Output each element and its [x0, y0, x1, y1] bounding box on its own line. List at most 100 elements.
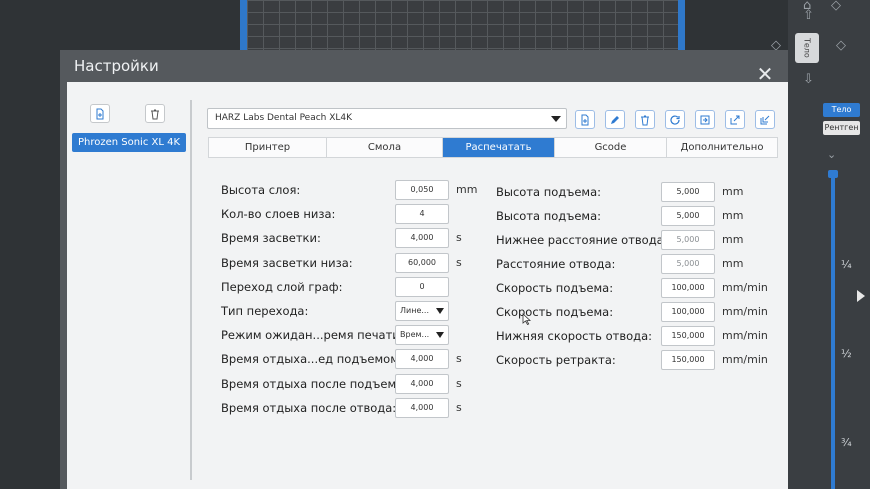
right-setting-value: 150,000: [671, 355, 705, 364]
left-setting-unit: mm: [456, 183, 478, 196]
left-setting-unit: s: [456, 256, 462, 269]
left-setting-input[interactable]: 4,000: [395, 398, 449, 418]
printer-list-panel: [72, 100, 192, 480]
right-setting-unit: mm: [722, 209, 744, 222]
tab-body[interactable]: Тело: [823, 103, 860, 117]
right-setting-value: 100,000: [671, 283, 705, 292]
left-setting-unit: s: [456, 231, 462, 244]
left-setting-value: 0,050: [410, 185, 434, 194]
add-file-icon: [96, 108, 104, 119]
right-setting-label: Нижняя скорость отвода:: [496, 329, 653, 343]
view-top-button[interactable]: Тело: [795, 33, 819, 63]
add-printer-button[interactable]: [90, 104, 110, 123]
dialog-title: Настройки: [74, 57, 159, 75]
right-setting-value: 150,000: [671, 331, 705, 340]
right-setting-label: Нижнее расстояние отвода:: [496, 233, 668, 247]
slider-mark-half: ½: [841, 347, 852, 360]
settings-tabs: Принтер Смола Распечатать Gcode Дополнит…: [208, 137, 778, 158]
right-setting-value: 5,000: [676, 211, 700, 220]
export-icon: [730, 115, 740, 124]
view-up-icon[interactable]: ⇧: [803, 8, 814, 23]
right-setting-unit: mm/min: [722, 353, 768, 366]
view-rotate-icon[interactable]: ◇: [831, 0, 841, 13]
left-setting-input[interactable]: 4: [395, 204, 449, 224]
left-setting-input[interactable]: 0,050: [395, 180, 449, 200]
right-setting-value: 100,000: [671, 307, 705, 316]
right-setting-unit: mm/min: [722, 329, 768, 342]
right-setting-label: Скорость ретракта:: [496, 353, 616, 367]
tab-advanced[interactable]: Дополнительно: [667, 138, 777, 157]
tab-printer[interactable]: Принтер: [209, 138, 327, 157]
play-icon[interactable]: [857, 290, 865, 302]
tab-gcode[interactable]: Gcode: [555, 138, 667, 157]
mouse-cursor-icon: [522, 313, 532, 325]
delete-printer-button[interactable]: [145, 104, 165, 123]
add-file-icon: [581, 114, 589, 125]
add-profile-button[interactable]: [575, 110, 595, 129]
left-setting-label: Переход слой граф:: [221, 280, 343, 294]
left-setting-value: 4,000: [410, 233, 434, 242]
left-setting-label: Время отдыха после отвода:: [221, 401, 397, 415]
close-icon[interactable]: ✕: [756, 64, 774, 84]
right-setting-input[interactable]: 100,000: [661, 302, 715, 322]
left-setting-value: 4: [419, 209, 425, 218]
left-setting-value: Лине...: [400, 306, 429, 315]
layer-slider-track[interactable]: [831, 172, 835, 489]
chevron-down-icon[interactable]: ⌄: [827, 148, 836, 161]
left-setting-value: Врем...: [400, 330, 430, 339]
view-right-icon[interactable]: ◇: [836, 38, 846, 53]
right-setting-unit: mm: [722, 185, 744, 198]
left-setting-value: 60,000: [408, 258, 436, 267]
profile-select[interactable]: HARZ Labs Dental Peach XL4K: [207, 108, 567, 129]
import-profile-button[interactable]: [695, 110, 715, 129]
left-setting-value: 0: [419, 282, 425, 291]
import-icon: [700, 115, 710, 124]
slider-mark-quarter: ¼: [841, 258, 852, 271]
reset-profile-button[interactable]: [665, 110, 685, 129]
view-down-icon[interactable]: ⇩: [803, 72, 814, 87]
trash-icon: [641, 115, 649, 125]
chevron-down-icon: [551, 116, 561, 122]
left-setting-label: Кол-во слоев низа:: [221, 207, 336, 221]
tab-print[interactable]: Распечатать: [443, 138, 555, 157]
right-setting-input[interactable]: 150,000: [661, 326, 715, 346]
right-setting-unit: mm/min: [722, 281, 768, 294]
right-setting-input[interactable]: 5,000: [661, 230, 715, 250]
right-setting-input[interactable]: 5,000: [661, 182, 715, 202]
tab-xray[interactable]: Рентген: [823, 121, 860, 135]
right-setting-label: Высота подъема:: [496, 209, 602, 223]
left-setting-input[interactable]: 60,000: [395, 253, 449, 273]
tab-resin[interactable]: Смола: [327, 138, 443, 157]
chevron-down-icon: [436, 332, 444, 338]
right-setting-unit: mm: [722, 233, 744, 246]
printer-item[interactable]: Phrozen Sonic XL 4K: [72, 133, 186, 152]
right-setting-value: 5,000: [676, 235, 700, 244]
left-setting-label: Время засветки низа:: [221, 256, 353, 270]
layer-slider-thumb[interactable]: [828, 170, 838, 178]
left-setting-select[interactable]: Врем...: [395, 325, 449, 345]
left-setting-label: Время засветки:: [221, 231, 321, 245]
right-setting-input[interactable]: 5,000: [661, 206, 715, 226]
left-setting-input[interactable]: 4,000: [395, 374, 449, 394]
right-setting-input[interactable]: 150,000: [661, 350, 715, 370]
right-setting-value: 5,000: [676, 259, 700, 268]
export-all-button[interactable]: [755, 110, 775, 129]
left-setting-input[interactable]: 4,000: [395, 228, 449, 248]
left-setting-value: 4,000: [410, 379, 434, 388]
right-setting-label: Скорость подъема:: [496, 305, 614, 319]
right-setting-input[interactable]: 100,000: [661, 278, 715, 298]
left-setting-input[interactable]: 4,000: [395, 349, 449, 369]
left-setting-value: 4,000: [410, 403, 434, 412]
export-profile-button[interactable]: [725, 110, 745, 129]
right-setting-value: 5,000: [676, 187, 700, 196]
right-setting-input[interactable]: 5,000: [661, 254, 715, 274]
right-setting-label: Высота подъема:: [496, 185, 602, 199]
delete-profile-button[interactable]: [635, 110, 655, 129]
chevron-down-icon: [436, 308, 444, 314]
profile-select-value: HARZ Labs Dental Peach XL4K: [215, 113, 353, 123]
left-setting-input[interactable]: 0: [395, 277, 449, 297]
edit-profile-button[interactable]: [605, 110, 625, 129]
left-setting-select[interactable]: Лине...: [395, 301, 449, 321]
left-setting-unit: s: [456, 352, 462, 365]
left-setting-value: 4,000: [410, 354, 434, 363]
